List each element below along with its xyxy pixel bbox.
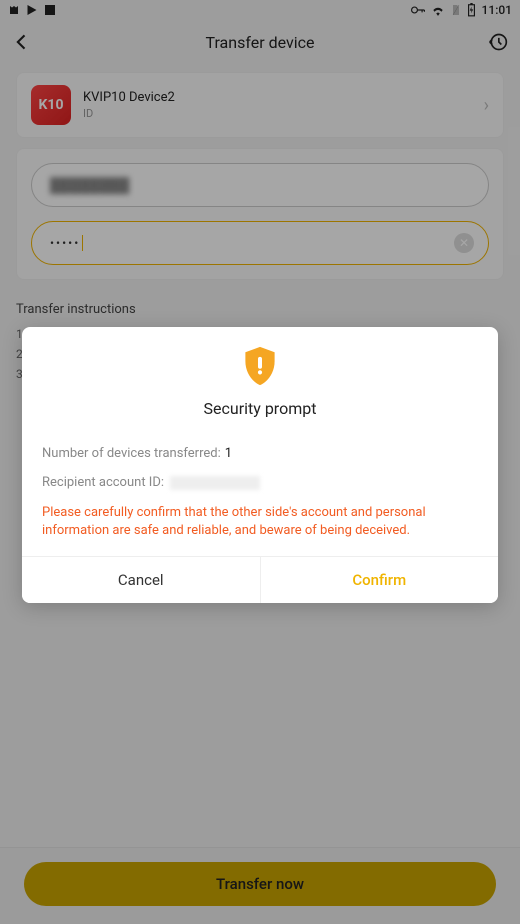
modal-count-label: Number of devices transferred: — [42, 446, 221, 461]
modal-count-value: 1 — [225, 446, 232, 461]
modal-recipient-label: Recipient account ID: — [42, 475, 164, 490]
modal-actions: Cancel Confirm — [22, 556, 498, 603]
modal-recipient-value — [170, 476, 260, 490]
modal-recipient: Recipient account ID: — [42, 475, 478, 490]
security-prompt-modal: Security prompt Number of devices transf… — [22, 327, 498, 603]
modal-warning-text: Please carefully confirm that the other … — [42, 504, 478, 540]
confirm-button[interactable]: Confirm — [261, 557, 499, 603]
modal-title: Security prompt — [42, 399, 478, 418]
modal-device-count: Number of devices transferred: 1 — [42, 446, 478, 461]
shield-icon — [42, 345, 478, 387]
cancel-button[interactable]: Cancel — [22, 557, 261, 603]
